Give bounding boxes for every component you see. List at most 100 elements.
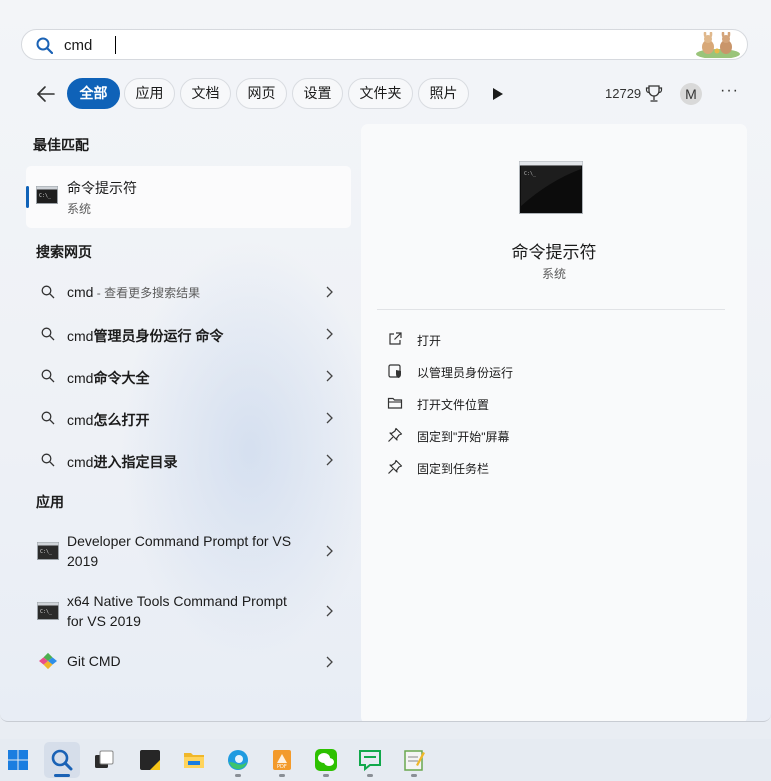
action-label: 打开文件位置: [417, 398, 490, 412]
app-item[interactable]: C:\_ Developer Command Prompt for VS 201…: [26, 529, 351, 573]
pin-icon: [388, 459, 403, 474]
open-external-icon: [389, 332, 402, 345]
query-text: cmd: [67, 328, 94, 344]
web-search-item[interactable]: cmd管理员身份运行 命令: [26, 314, 351, 354]
web-search-item[interactable]: cmd - 查看更多搜索结果: [26, 272, 351, 312]
tab-folders[interactable]: 文件夹: [348, 78, 413, 109]
shield-icon: [388, 364, 401, 378]
pdf-icon[interactable]: PDF: [264, 742, 300, 778]
running-indicator: [279, 774, 285, 777]
query-text: cmd: [67, 454, 94, 470]
chat-icon[interactable]: [352, 742, 388, 778]
notes-icon[interactable]: [132, 742, 168, 778]
query-text: cmd: [67, 284, 94, 300]
command-prompt-icon: C:\_: [519, 161, 583, 214]
tab-documents[interactable]: 文档: [180, 78, 231, 109]
detail-title: 命令提示符: [511, 243, 597, 262]
app-item[interactable]: Git CMD: [26, 649, 351, 675]
search-icon: [41, 369, 55, 383]
detail-pane: C:\_ 命令提示符 系统 打开 以管理员身份运行 打开文件位置 固定到"开始"…: [361, 124, 747, 721]
action-label: 固定到"开始"屏幕: [417, 430, 510, 444]
app-name: Git CMD: [67, 653, 121, 669]
svg-text:C:\_: C:\_: [524, 171, 537, 177]
file-explorer-icon[interactable]: [176, 742, 212, 778]
query-suffix: - 查看更多搜索结果: [93, 286, 201, 300]
running-indicator: [235, 774, 241, 777]
best-match-name: 命令提示符: [67, 180, 137, 196]
best-match-item[interactable]: C:\_ 命令提示符 系统: [26, 166, 351, 228]
tab-photos[interactable]: 照片: [418, 78, 469, 109]
chevron-right-icon: [326, 328, 333, 340]
selection-indicator: [26, 186, 29, 208]
chevron-right-icon: [326, 545, 333, 557]
tab-settings[interactable]: 设置: [292, 78, 343, 109]
folder-icon: [387, 397, 403, 409]
trophy-icon[interactable]: [645, 84, 663, 104]
app-item[interactable]: C:\_ x64 Native Tools Command Prompt for…: [26, 589, 351, 633]
rewards-points[interactable]: 12729: [605, 86, 641, 101]
action-label: 打开: [417, 334, 442, 348]
running-indicator: [411, 774, 417, 777]
command-prompt-icon: C:\_: [36, 186, 58, 204]
terminal-icon: C:\_: [37, 542, 59, 560]
web-search-item[interactable]: cmd怎么打开: [26, 398, 351, 438]
best-match-heading: 最佳匹配: [33, 137, 89, 153]
text-caret: [115, 36, 116, 54]
windows-start-icon[interactable]: [0, 742, 36, 778]
action-label: 以管理员身份运行: [417, 366, 514, 380]
tab-web[interactable]: 网页: [236, 78, 287, 109]
chevron-right-icon: [326, 412, 333, 424]
app-name: Developer Command Prompt for VS 2019: [67, 533, 292, 569]
search-icon: [41, 285, 55, 299]
tab-apps[interactable]: 应用: [124, 78, 175, 109]
svg-text:C:\_: C:\_: [39, 193, 52, 199]
web-search-heading: 搜索网页: [36, 244, 92, 260]
search-icon[interactable]: [44, 742, 80, 778]
play-more-filters-icon[interactable]: [486, 83, 508, 105]
notepad-icon[interactable]: [396, 742, 432, 778]
query-completion: 管理员身份运行 命令: [93, 328, 224, 344]
chevron-right-icon: [326, 370, 333, 382]
avatar[interactable]: M: [680, 83, 702, 105]
more-options-icon[interactable]: ···: [720, 82, 739, 100]
start-search-panel: 全部 应用 文档 网页 设置 文件夹 照片 12729 M ··· 最佳匹配 C…: [0, 0, 771, 722]
search-icon: [36, 37, 53, 54]
chevron-right-icon: [326, 454, 333, 466]
svg-text:C:\_: C:\_: [40, 609, 53, 615]
detail-subtitle: 系统: [541, 267, 566, 281]
wechat-icon[interactable]: [308, 742, 344, 778]
edge-icon[interactable]: [220, 742, 256, 778]
running-indicator: [323, 774, 329, 777]
query-text: cmd: [67, 412, 94, 428]
query-completion: 怎么打开: [93, 412, 150, 428]
search-icon: [41, 453, 55, 467]
active-indicator: [54, 774, 70, 777]
back-arrow-icon[interactable]: [34, 82, 58, 106]
chevron-right-icon: [326, 656, 333, 668]
running-indicator: [367, 774, 373, 777]
web-search-item[interactable]: cmd命令大全: [26, 356, 351, 396]
chevron-right-icon: [326, 286, 333, 298]
best-match-type: 系统: [67, 202, 92, 216]
svg-text:C:\_: C:\_: [40, 549, 53, 555]
tab-all[interactable]: 全部: [67, 78, 120, 109]
apps-heading: 应用: [36, 494, 64, 510]
action-label: 固定到任务栏: [417, 462, 490, 476]
app-name: x64 Native Tools Command Prompt for VS 2…: [67, 593, 287, 629]
query-completion: 进入指定目录: [93, 454, 178, 470]
terminal-icon: C:\_: [37, 602, 59, 620]
query-completion: 命令大全: [93, 370, 150, 386]
divider: [377, 309, 725, 310]
search-input[interactable]: [64, 34, 624, 56]
search-icon: [41, 411, 55, 425]
query-text: cmd: [67, 370, 94, 386]
pin-icon: [388, 427, 403, 442]
chevron-right-icon: [326, 605, 333, 617]
svg-text:PDF: PDF: [277, 764, 287, 770]
search-icon: [41, 327, 55, 341]
search-highlight-icon[interactable]: [694, 32, 742, 58]
search-box[interactable]: [21, 29, 748, 60]
git-icon: [39, 652, 57, 670]
task-view-icon[interactable]: [86, 742, 122, 778]
web-search-item[interactable]: cmd进入指定目录: [26, 440, 351, 480]
